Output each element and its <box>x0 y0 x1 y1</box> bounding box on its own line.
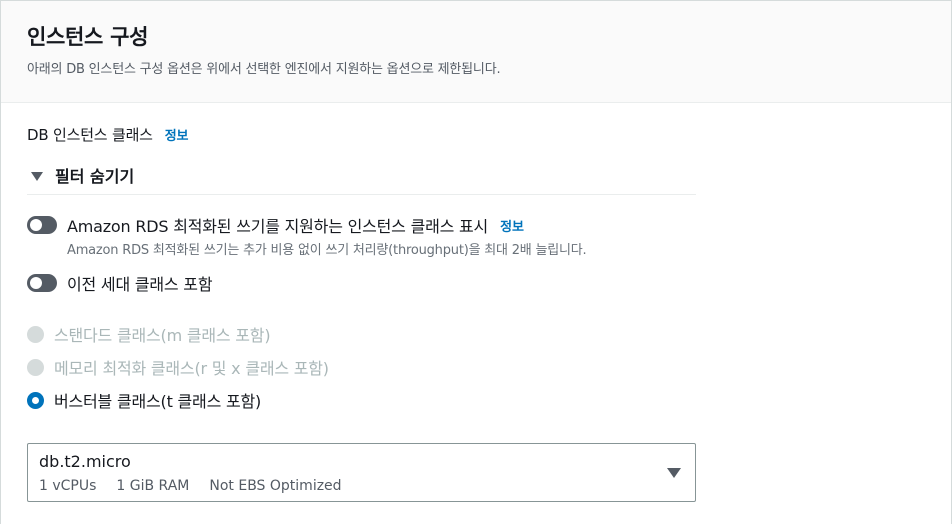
radio-standard-input[interactable] <box>27 325 44 343</box>
instance-config-panel: 인스턴스 구성 아래의 DB 인스턴스 구성 옵션은 위에서 선택한 엔진에서 … <box>0 0 952 524</box>
radio-standard-classes[interactable]: 스탠다드 클래스(m 클래스 포함) <box>27 322 271 346</box>
radio-burstable-classes[interactable]: 버스터블 클래스(t 클래스 포함) <box>27 388 261 412</box>
previous-gen-label: 이전 세대 클래스 포함 <box>67 275 213 294</box>
radio-standard-label: 스탠다드 클래스(m 클래스 포함) <box>54 326 271 345</box>
instance-class-info-link[interactable]: 정보 <box>165 129 189 144</box>
panel-description: 아래의 DB 인스턴스 구성 옵션은 위에서 선택한 엔진에서 지원하는 옵션으… <box>27 62 501 77</box>
hide-filters-toggle[interactable]: 필터 숨기기 <box>31 163 134 187</box>
radio-memory-optimized-classes[interactable]: 메모리 최적화 클래스(r 및 x 클래스 포함) <box>27 355 329 379</box>
optimized-writes-description: Amazon RDS 최적화된 쓰기는 추가 비용 없이 쓰기 처리량(thro… <box>67 243 587 258</box>
instance-class-label-text: DB 인스턴스 클래스 <box>27 126 153 144</box>
select-meta-ram: 1 GiB RAM <box>116 478 190 494</box>
caret-down-icon <box>31 171 43 181</box>
toggle-knob <box>30 277 42 289</box>
filter-divider <box>27 194 696 195</box>
radio-memory-optimized-input[interactable] <box>27 358 44 376</box>
instance-class-select[interactable]: db.t2.micro 1 vCPUs 1 GiB RAM Not EBS Op… <box>27 443 696 502</box>
previous-gen-toggle[interactable] <box>27 274 57 292</box>
panel-title: 인스턴스 구성 <box>27 25 149 49</box>
dropdown-caret-icon <box>667 468 681 478</box>
optimized-writes-toggle-row: Amazon RDS 최적화된 쓰기를 지원하는 인스턴스 클래스 표시 정보 <box>27 213 524 237</box>
instance-class-select-meta: 1 vCPUs 1 GiB RAM Not EBS Optimized <box>39 478 362 494</box>
hide-filters-label: 필터 숨기기 <box>55 167 135 186</box>
select-meta-vcpus: 1 vCPUs <box>39 478 97 494</box>
select-meta-ebs: Not EBS Optimized <box>209 478 342 494</box>
radio-memory-optimized-label: 메모리 최적화 클래스(r 및 x 클래스 포함) <box>54 359 329 378</box>
instance-class-label: DB 인스턴스 클래스 정보 <box>27 124 189 145</box>
radio-burstable-label: 버스터블 클래스(t 클래스 포함) <box>54 392 262 411</box>
optimized-writes-info-link[interactable]: 정보 <box>500 216 524 235</box>
instance-class-select-value: db.t2.micro <box>39 452 131 471</box>
panel-header: 인스턴스 구성 아래의 DB 인스턴스 구성 옵션은 위에서 선택한 엔진에서 … <box>1 1 951 103</box>
optimized-writes-toggle[interactable] <box>27 216 57 234</box>
radio-burstable-input[interactable] <box>27 391 44 409</box>
toggle-knob <box>30 219 42 231</box>
optimized-writes-label: Amazon RDS 최적화된 쓰기를 지원하는 인스턴스 클래스 표시 <box>67 217 489 236</box>
previous-gen-toggle-row: 이전 세대 클래스 포함 <box>27 271 213 295</box>
